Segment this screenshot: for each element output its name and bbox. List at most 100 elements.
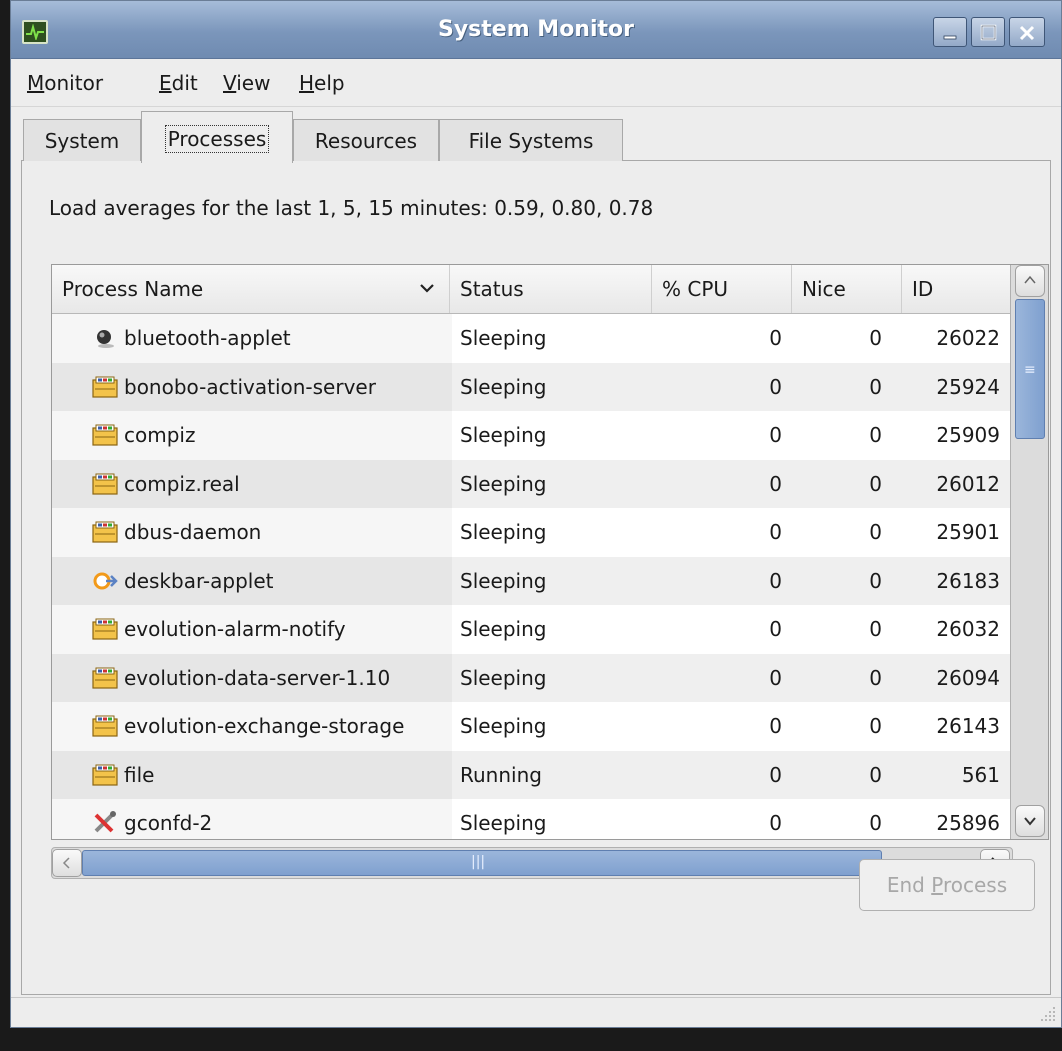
process-cpu: 0 xyxy=(769,811,782,835)
executable-icon xyxy=(92,520,118,544)
process-nice: 0 xyxy=(869,811,882,835)
process-nice: 0 xyxy=(869,423,882,447)
column-status[interactable]: Status xyxy=(450,265,652,313)
end-process-button[interactable]: End Process xyxy=(859,859,1035,911)
column-process-name[interactable]: Process Name xyxy=(52,265,450,313)
process-name: file xyxy=(124,762,155,787)
process-name: dbus-daemon xyxy=(124,520,262,544)
process-status: Sleeping xyxy=(460,568,547,593)
column-id[interactable]: ID xyxy=(902,265,1010,313)
process-nice: 0 xyxy=(869,762,882,787)
table-row[interactable]: evolution-exchange-storage Sleeping 0 0 2614… xyxy=(52,702,1010,751)
scroll-up-button[interactable] xyxy=(1015,265,1045,297)
deskbar-icon xyxy=(92,569,118,593)
process-rows: bluetooth-applet Sleeping 0 0 26022 bonobo-ac… xyxy=(52,314,1010,839)
tab-processes[interactable]: Processes xyxy=(141,111,293,163)
menu-help[interactable]: Help xyxy=(299,71,345,95)
process-nice: 0 xyxy=(869,471,882,496)
executable-icon xyxy=(92,666,118,690)
process-name: bluetooth-applet xyxy=(124,326,291,350)
process-name: bonobo-activation-server xyxy=(124,374,376,399)
menu-monitor[interactable]: Monitor xyxy=(27,71,103,95)
table-row[interactable]: compiz Sleeping 0 0 25909 xyxy=(52,411,1010,460)
process-status: Sleeping xyxy=(460,617,547,641)
horizontal-scroll-thumb[interactable]: ||| xyxy=(82,850,882,876)
process-id: 25896 xyxy=(936,811,1000,835)
vertical-scrollbar[interactable]: ≡ xyxy=(1010,265,1048,839)
process-id: 25909 xyxy=(936,423,1000,447)
process-cpu: 0 xyxy=(769,665,782,690)
table-row[interactable]: file Running 0 0 561 xyxy=(52,750,1010,799)
process-nice: 0 xyxy=(869,374,882,399)
process-status: Sleeping xyxy=(460,374,547,399)
column-cpu[interactable]: % CPU xyxy=(652,265,792,313)
process-cpu: 0 xyxy=(769,326,782,350)
vertical-scroll-thumb[interactable]: ≡ xyxy=(1015,299,1045,439)
executable-icon xyxy=(92,617,118,641)
load-averages: Load averages for the last 1, 5, 15 minu… xyxy=(49,196,654,220)
process-cpu: 0 xyxy=(769,423,782,447)
tab-resources[interactable]: Resources xyxy=(293,119,439,161)
process-name: compiz.real xyxy=(124,471,240,496)
table-row[interactable]: gconfd-2 Sleeping 0 0 25896 xyxy=(52,799,1010,839)
table-row[interactable]: evolution-data-server-1.10 Sleeping 0 0 2609… xyxy=(52,653,1010,702)
table-row[interactable]: evolution-alarm-notify Sleeping 0 0 26032 xyxy=(52,605,1010,654)
close-button[interactable] xyxy=(1009,17,1045,47)
table-row[interactable]: deskbar-applet Sleeping 0 0 26183 xyxy=(52,556,1010,605)
executable-icon xyxy=(92,472,118,496)
menu-view[interactable]: View xyxy=(223,71,270,95)
process-status: Sleeping xyxy=(460,811,547,835)
process-name: compiz xyxy=(124,423,196,447)
process-nice: 0 xyxy=(869,520,882,544)
executable-icon xyxy=(92,423,118,447)
process-table[interactable]: Process Name Status % CPU Nice ID blueto… xyxy=(51,264,1049,840)
process-nice: 0 xyxy=(869,714,882,738)
scroll-left-button[interactable] xyxy=(52,849,82,877)
minimize-button[interactable] xyxy=(933,17,967,47)
process-nice: 0 xyxy=(869,568,882,593)
process-cpu: 0 xyxy=(769,374,782,399)
process-cpu: 0 xyxy=(769,714,782,738)
column-nice[interactable]: Nice xyxy=(792,265,902,313)
table-row[interactable]: bonobo-activation-server Sleeping 0 0 25924 xyxy=(52,362,1010,411)
system-monitor-window: System Monitor Monitor Edit View Help Sy… xyxy=(10,0,1062,1028)
maximize-icon xyxy=(980,24,997,41)
process-name: gconfd-2 xyxy=(124,811,213,835)
tab-system[interactable]: System xyxy=(23,119,141,161)
maximize-button[interactable] xyxy=(971,17,1005,47)
executable-icon xyxy=(92,375,118,399)
table-row[interactable]: bluetooth-applet Sleeping 0 0 26022 xyxy=(52,314,1010,363)
bluetooth-icon xyxy=(92,326,116,350)
process-cpu: 0 xyxy=(769,617,782,641)
process-id: 26094 xyxy=(936,665,1000,690)
close-icon xyxy=(1019,25,1035,41)
process-id: 25924 xyxy=(936,374,1000,399)
process-status: Sleeping xyxy=(460,520,547,544)
table-row[interactable]: dbus-daemon Sleeping 0 0 25901 xyxy=(52,508,1010,557)
menu-edit[interactable]: Edit xyxy=(159,71,198,95)
title-bar[interactable]: System Monitor xyxy=(11,1,1061,59)
menu-bar: Monitor Edit View Help xyxy=(11,59,1061,107)
process-status: Sleeping xyxy=(460,665,547,690)
process-nice: 0 xyxy=(869,665,882,690)
chevron-down-icon xyxy=(1024,817,1036,826)
process-nice: 0 xyxy=(869,617,882,641)
tools-icon xyxy=(92,811,116,835)
executable-icon xyxy=(92,714,118,738)
chevron-up-icon xyxy=(1024,275,1036,284)
table-header: Process Name Status % CPU Nice ID xyxy=(52,265,1010,314)
process-name: evolution-data-server-1.10 xyxy=(124,665,391,690)
chevron-left-icon xyxy=(62,857,70,869)
process-nice: 0 xyxy=(869,326,882,350)
process-cpu: 0 xyxy=(769,471,782,496)
resize-grip-icon[interactable] xyxy=(1039,1005,1057,1023)
process-id: 26032 xyxy=(936,617,1000,641)
process-id: 26022 xyxy=(936,326,1000,350)
process-name: evolution-exchange-storage xyxy=(124,714,405,738)
process-status: Sleeping xyxy=(460,471,547,496)
table-row[interactable]: compiz.real Sleeping 0 0 26012 xyxy=(52,459,1010,508)
scroll-down-button[interactable] xyxy=(1015,805,1045,837)
process-status: Sleeping xyxy=(460,326,547,350)
tab-file-systems[interactable]: File Systems xyxy=(439,119,623,161)
chevron-down-icon xyxy=(420,284,434,293)
